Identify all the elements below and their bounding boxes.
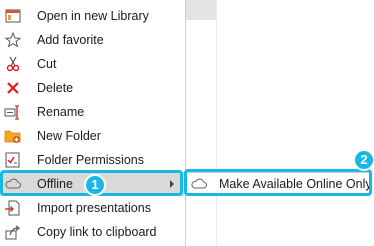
menu-item-label: Folder Permissions [37,153,144,167]
menu-item-cut[interactable]: Cut [0,52,184,76]
menu-item-label: Delete [37,81,74,95]
folder-permissions-icon [4,151,22,169]
menu-item-new-folder[interactable]: New Folder [0,124,184,148]
library-window-icon [4,7,22,25]
step-1-badge: 1 [84,174,106,196]
menu-item-copy-link[interactable]: Copy link to clipboard [0,220,184,244]
menu-item-label: Rename [37,105,85,119]
menu-item-label: Cut [37,57,57,71]
star-outline-icon [4,31,22,49]
background-divider [216,0,217,246]
highlight-outline-submenu [184,169,372,196]
step-2-badge: 2 [353,149,374,171]
menu-item-folder-permissions[interactable]: Folder Permissions [0,148,184,172]
menu-item-rename[interactable]: Rename [0,100,184,124]
menu-item-label: New Folder [37,129,101,143]
menu-item-open-in-new-library[interactable]: Open in new Library [0,4,184,28]
delete-x-icon [4,79,22,97]
menu-item-import-presentations[interactable]: Import presentations [0,196,184,220]
share-link-icon [4,223,22,241]
new-folder-icon [4,127,22,145]
menu-item-label: Open in new Library [37,9,149,23]
menu-item-label: Import presentations [37,201,151,215]
menu-item-add-favorite[interactable]: Add favorite [0,28,184,52]
scissors-icon [4,55,22,73]
context-menu: Open in new Library Add favorite Cut Del… [0,0,186,246]
menu-item-label: Copy link to clipboard [37,225,157,239]
menu-item-label: Add favorite [37,33,104,47]
menu-item-delete[interactable]: Delete [0,76,184,100]
import-icon [4,199,22,217]
rename-icon [4,103,22,121]
